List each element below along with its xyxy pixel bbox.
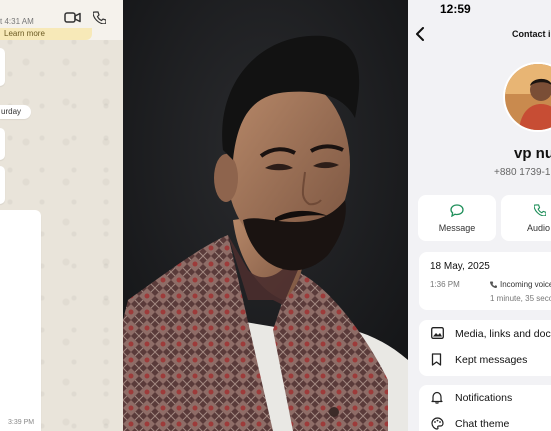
- avatar[interactable]: [503, 62, 551, 132]
- kept-messages-label: Kept messages: [455, 354, 528, 366]
- message-bubble: [0, 166, 5, 204]
- media-links-docs-label: Media, links and doc: [455, 328, 551, 340]
- portrait-photo: [123, 0, 408, 431]
- chat-panel: t 4:31 AM Learn more urday 3:39 PM: [0, 0, 123, 431]
- message-button[interactable]: Message: [418, 195, 496, 241]
- media-settings-card: Media, links and doc Kept messages: [419, 320, 551, 376]
- incoming-call-icon: [490, 281, 497, 288]
- phone-icon: [534, 204, 546, 216]
- bookmark-icon: [431, 353, 442, 366]
- bell-icon: [431, 391, 443, 404]
- audio-button-label: Audio: [527, 223, 551, 233]
- notifications-label: Notifications: [455, 392, 513, 404]
- avatar-image: [505, 64, 551, 130]
- call-date: 18 May, 2025: [430, 261, 490, 272]
- kept-messages-row[interactable]: Kept messages: [419, 347, 551, 373]
- call-history-card: 18 May, 2025 1:36 PM Incoming voice c 1 …: [419, 252, 551, 310]
- status-bar-time: 12:59: [440, 2, 471, 16]
- call-duration: 1 minute, 35 secon: [490, 294, 551, 303]
- palette-icon: [431, 417, 444, 430]
- last-seen-text: t 4:31 AM: [0, 17, 34, 26]
- media-links-docs-row[interactable]: Media, links and doc: [419, 321, 551, 347]
- contact-info-panel: 12:59 Contact i vp nu +880 1739-1 Messag…: [408, 0, 551, 431]
- contact-name: vp nu: [514, 145, 551, 162]
- message-button-label: Message: [438, 223, 476, 233]
- audio-call-button[interactable]: Audio: [501, 195, 551, 241]
- chat-theme-row[interactable]: Chat theme: [419, 411, 551, 431]
- media-message-bubble: [0, 210, 41, 431]
- video-call-icon[interactable]: [64, 11, 81, 24]
- call-type: Incoming voice c: [500, 280, 551, 289]
- contact-phone: +880 1739-1: [494, 167, 551, 178]
- contact-info-title: Contact i: [512, 29, 551, 39]
- message-bubble: [0, 48, 5, 86]
- portrait-illustration: [123, 0, 408, 431]
- notifications-row[interactable]: Notifications: [419, 385, 551, 411]
- date-separator: urday: [0, 105, 31, 119]
- voice-call-icon[interactable]: [93, 11, 106, 24]
- chat-theme-label: Chat theme: [455, 418, 510, 430]
- message-time: 3:39 PM: [8, 419, 35, 426]
- media-icon: [431, 327, 444, 339]
- message-bubble: [0, 128, 5, 160]
- encryption-notice[interactable]: Learn more: [0, 28, 92, 40]
- notification-settings-card: Notifications Chat theme: [419, 385, 551, 431]
- message-icon: [450, 204, 464, 217]
- call-time: 1:36 PM: [430, 280, 460, 289]
- back-chevron-icon[interactable]: [415, 27, 425, 41]
